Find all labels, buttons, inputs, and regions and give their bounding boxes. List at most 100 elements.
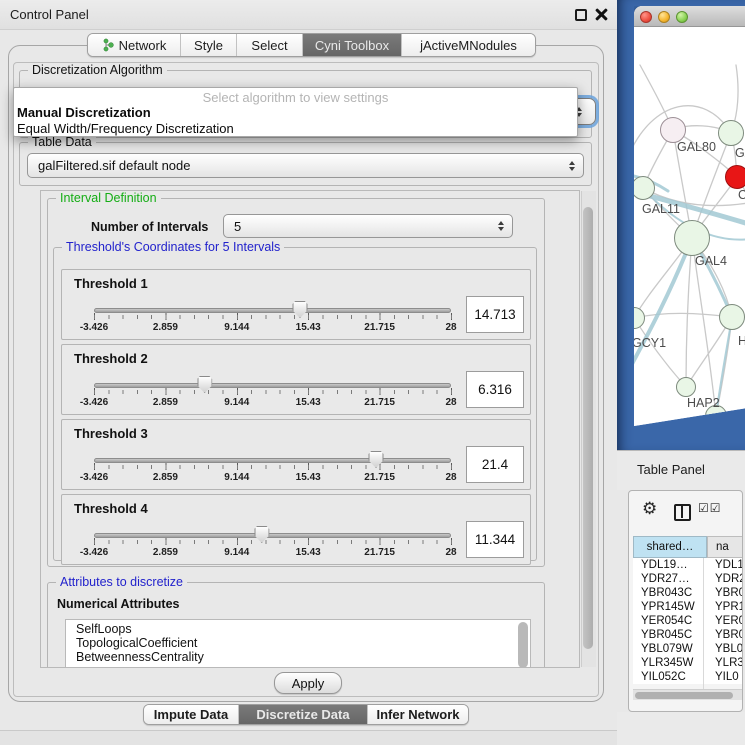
tick-label: 9.144: [224, 547, 249, 558]
cell[interactable]: YBR0: [715, 628, 743, 642]
network-canvas[interactable]: GAL80 GA C GAL11 GAL4 GCY1 H HAP2: [634, 27, 745, 426]
threshold-slider[interactable]: -3.426 2.859 9.144 15.43 21.715 28: [94, 300, 451, 338]
node-label: GAL4: [695, 254, 727, 268]
tab-cyni-toolbox[interactable]: Cyni Toolbox: [303, 34, 402, 56]
column-header-shared[interactable]: shared…: [633, 536, 707, 558]
network-node[interactable]: [674, 220, 710, 256]
table-data-combo[interactable]: galFiltered.sif default node: [27, 153, 584, 178]
threshold-slider[interactable]: -3.426 2.859 9.144 15.43 21.715 28: [94, 525, 451, 563]
cell[interactable]: YDL19…: [641, 558, 705, 572]
node-label: H: [738, 334, 745, 348]
table-hscrollbar-track[interactable]: [633, 689, 742, 700]
gear-icon[interactable]: ⚙: [642, 499, 657, 519]
table-row[interactable]: YLR345W YLR3: [633, 656, 743, 670]
tab-select-label: Select: [251, 38, 287, 53]
threshold-slider[interactable]: -3.426 2.859 9.144 15.43 21.715 28: [94, 450, 451, 488]
threshold-value-input[interactable]: 11.344: [466, 521, 524, 558]
node-label: GCY1: [634, 336, 666, 350]
zoom-traffic-light[interactable]: [676, 11, 688, 23]
node-label: GAL80: [677, 140, 716, 154]
network-window-titlebar[interactable]: [634, 6, 745, 27]
algorithm-group-title: Discretization Algorithm: [28, 63, 167, 77]
table-row[interactable]: YBL079W YBL0: [633, 642, 743, 656]
algorithm-option-equal-width[interactable]: Equal Width/Frequency Discretization: [17, 121, 234, 136]
threshold-value-input[interactable]: 21.4: [466, 446, 524, 483]
list-item[interactable]: BetweennessCentrality: [76, 650, 204, 664]
list-item[interactable]: SelfLoops: [76, 622, 132, 636]
threshold-label: Threshold 1: [74, 276, 148, 291]
table-row[interactable]: YDR27… YDR2: [633, 572, 743, 586]
tab-style[interactable]: Style: [181, 34, 237, 56]
cell[interactable]: YLR345W: [641, 656, 705, 670]
close-traffic-light[interactable]: [640, 11, 652, 23]
threshold-value-input[interactable]: 6.316: [466, 371, 524, 408]
table-row[interactable]: YBR043C YBR0: [633, 586, 743, 600]
tab-cyni-label: Cyni Toolbox: [315, 38, 389, 53]
cell[interactable]: YBR045C: [641, 628, 705, 642]
table-panel-footer-area: [617, 712, 745, 745]
tick-label: -3.426: [80, 472, 108, 483]
cell[interactable]: YBR043C: [641, 586, 705, 600]
table-panel-title: Table Panel: [637, 462, 705, 477]
tick-label: 28: [445, 547, 456, 558]
close-icon[interactable]: [594, 7, 608, 21]
tab-select[interactable]: Select: [237, 34, 303, 56]
cell[interactable]: YIL0: [715, 670, 743, 684]
thresholds-group-title: Threshold's Coordinates for 5 Intervals: [62, 240, 284, 254]
cell[interactable]: YLR3: [715, 656, 743, 670]
tick-label: -3.426: [80, 322, 108, 333]
algorithm-option-manual[interactable]: Manual Discretization: [17, 105, 151, 120]
threshold-slider[interactable]: -3.426 2.859 9.144 15.43 21.715 28: [94, 375, 451, 413]
select-columns-checkbox-icons[interactable]: ☑☑: [698, 501, 722, 515]
control-panel-titlebar: [0, 0, 617, 30]
tab-discretize-data[interactable]: Discretize Data: [239, 705, 368, 724]
tick-label: 2.859: [153, 472, 178, 483]
cell[interactable]: YER0: [715, 614, 743, 628]
cell[interactable]: YBL0: [715, 642, 743, 656]
num-intervals-combo[interactable]: 5: [223, 214, 513, 238]
threshold-panel: Threshold 3 -3.426 2.859 9.144 15.43 21.…: [61, 419, 531, 490]
column-header-name[interactable]: na: [707, 536, 743, 558]
tick-label: 21.715: [364, 547, 395, 558]
network-node[interactable]: [718, 120, 744, 146]
cell[interactable]: YIL052C: [641, 670, 705, 684]
table-row[interactable]: YBR045C YBR0: [633, 628, 743, 642]
table-hscrollbar-thumb[interactable]: [635, 692, 733, 699]
tab-style-label: Style: [194, 38, 223, 53]
table-row[interactable]: YIL052C YIL0: [633, 670, 743, 684]
tab-network[interactable]: Network: [88, 34, 181, 56]
cell[interactable]: YPR145W: [641, 600, 705, 614]
table-panel: ⚙ ☑☑ shared… na YDL19… YDL1 YDR27… YDR2 …: [628, 490, 743, 712]
network-node[interactable]: [676, 377, 696, 397]
cell[interactable]: YBR0: [715, 586, 743, 600]
tab-discretize-label: Discretize Data: [256, 707, 349, 722]
network-node[interactable]: [719, 304, 745, 330]
threshold-value-input[interactable]: 14.713: [466, 296, 524, 333]
table-row[interactable]: YPR145W YPR1: [633, 600, 743, 614]
settings-scrollbar-thumb[interactable]: [583, 207, 593, 649]
column-separator: [703, 558, 704, 689]
float-panel-icon[interactable]: [575, 9, 587, 21]
attributes-list-scrollbar[interactable]: [518, 622, 528, 668]
cell[interactable]: YDR27…: [641, 572, 705, 586]
apply-button[interactable]: Apply: [274, 672, 342, 694]
minimize-traffic-light[interactable]: [658, 11, 670, 23]
network-node-red[interactable]: [725, 165, 745, 189]
tab-infer-network[interactable]: Infer Network: [368, 705, 468, 724]
table-row[interactable]: YER054C YER0: [633, 614, 743, 628]
table-row[interactable]: YDL19… YDL1: [633, 558, 743, 572]
list-item[interactable]: TopologicalCoefficient: [76, 636, 197, 650]
cell[interactable]: YDR2: [715, 572, 743, 586]
cell[interactable]: YDL1: [715, 558, 743, 572]
tick-label: 28: [445, 397, 456, 408]
cell[interactable]: YER054C: [641, 614, 705, 628]
node-label: GAL11: [642, 202, 680, 216]
cell[interactable]: YBL079W: [641, 642, 705, 656]
top-tabstrip: Network Style Select Cyni Toolbox jActiv…: [87, 33, 536, 57]
slider-minor-ticks: [94, 465, 452, 469]
node-label: HAP2: [687, 396, 720, 410]
split-columns-icon[interactable]: [674, 504, 691, 521]
tab-jactivemnodules[interactable]: jActiveMNodules: [402, 34, 535, 56]
tab-impute-data[interactable]: Impute Data: [144, 705, 239, 724]
cell[interactable]: YPR1: [715, 600, 743, 614]
